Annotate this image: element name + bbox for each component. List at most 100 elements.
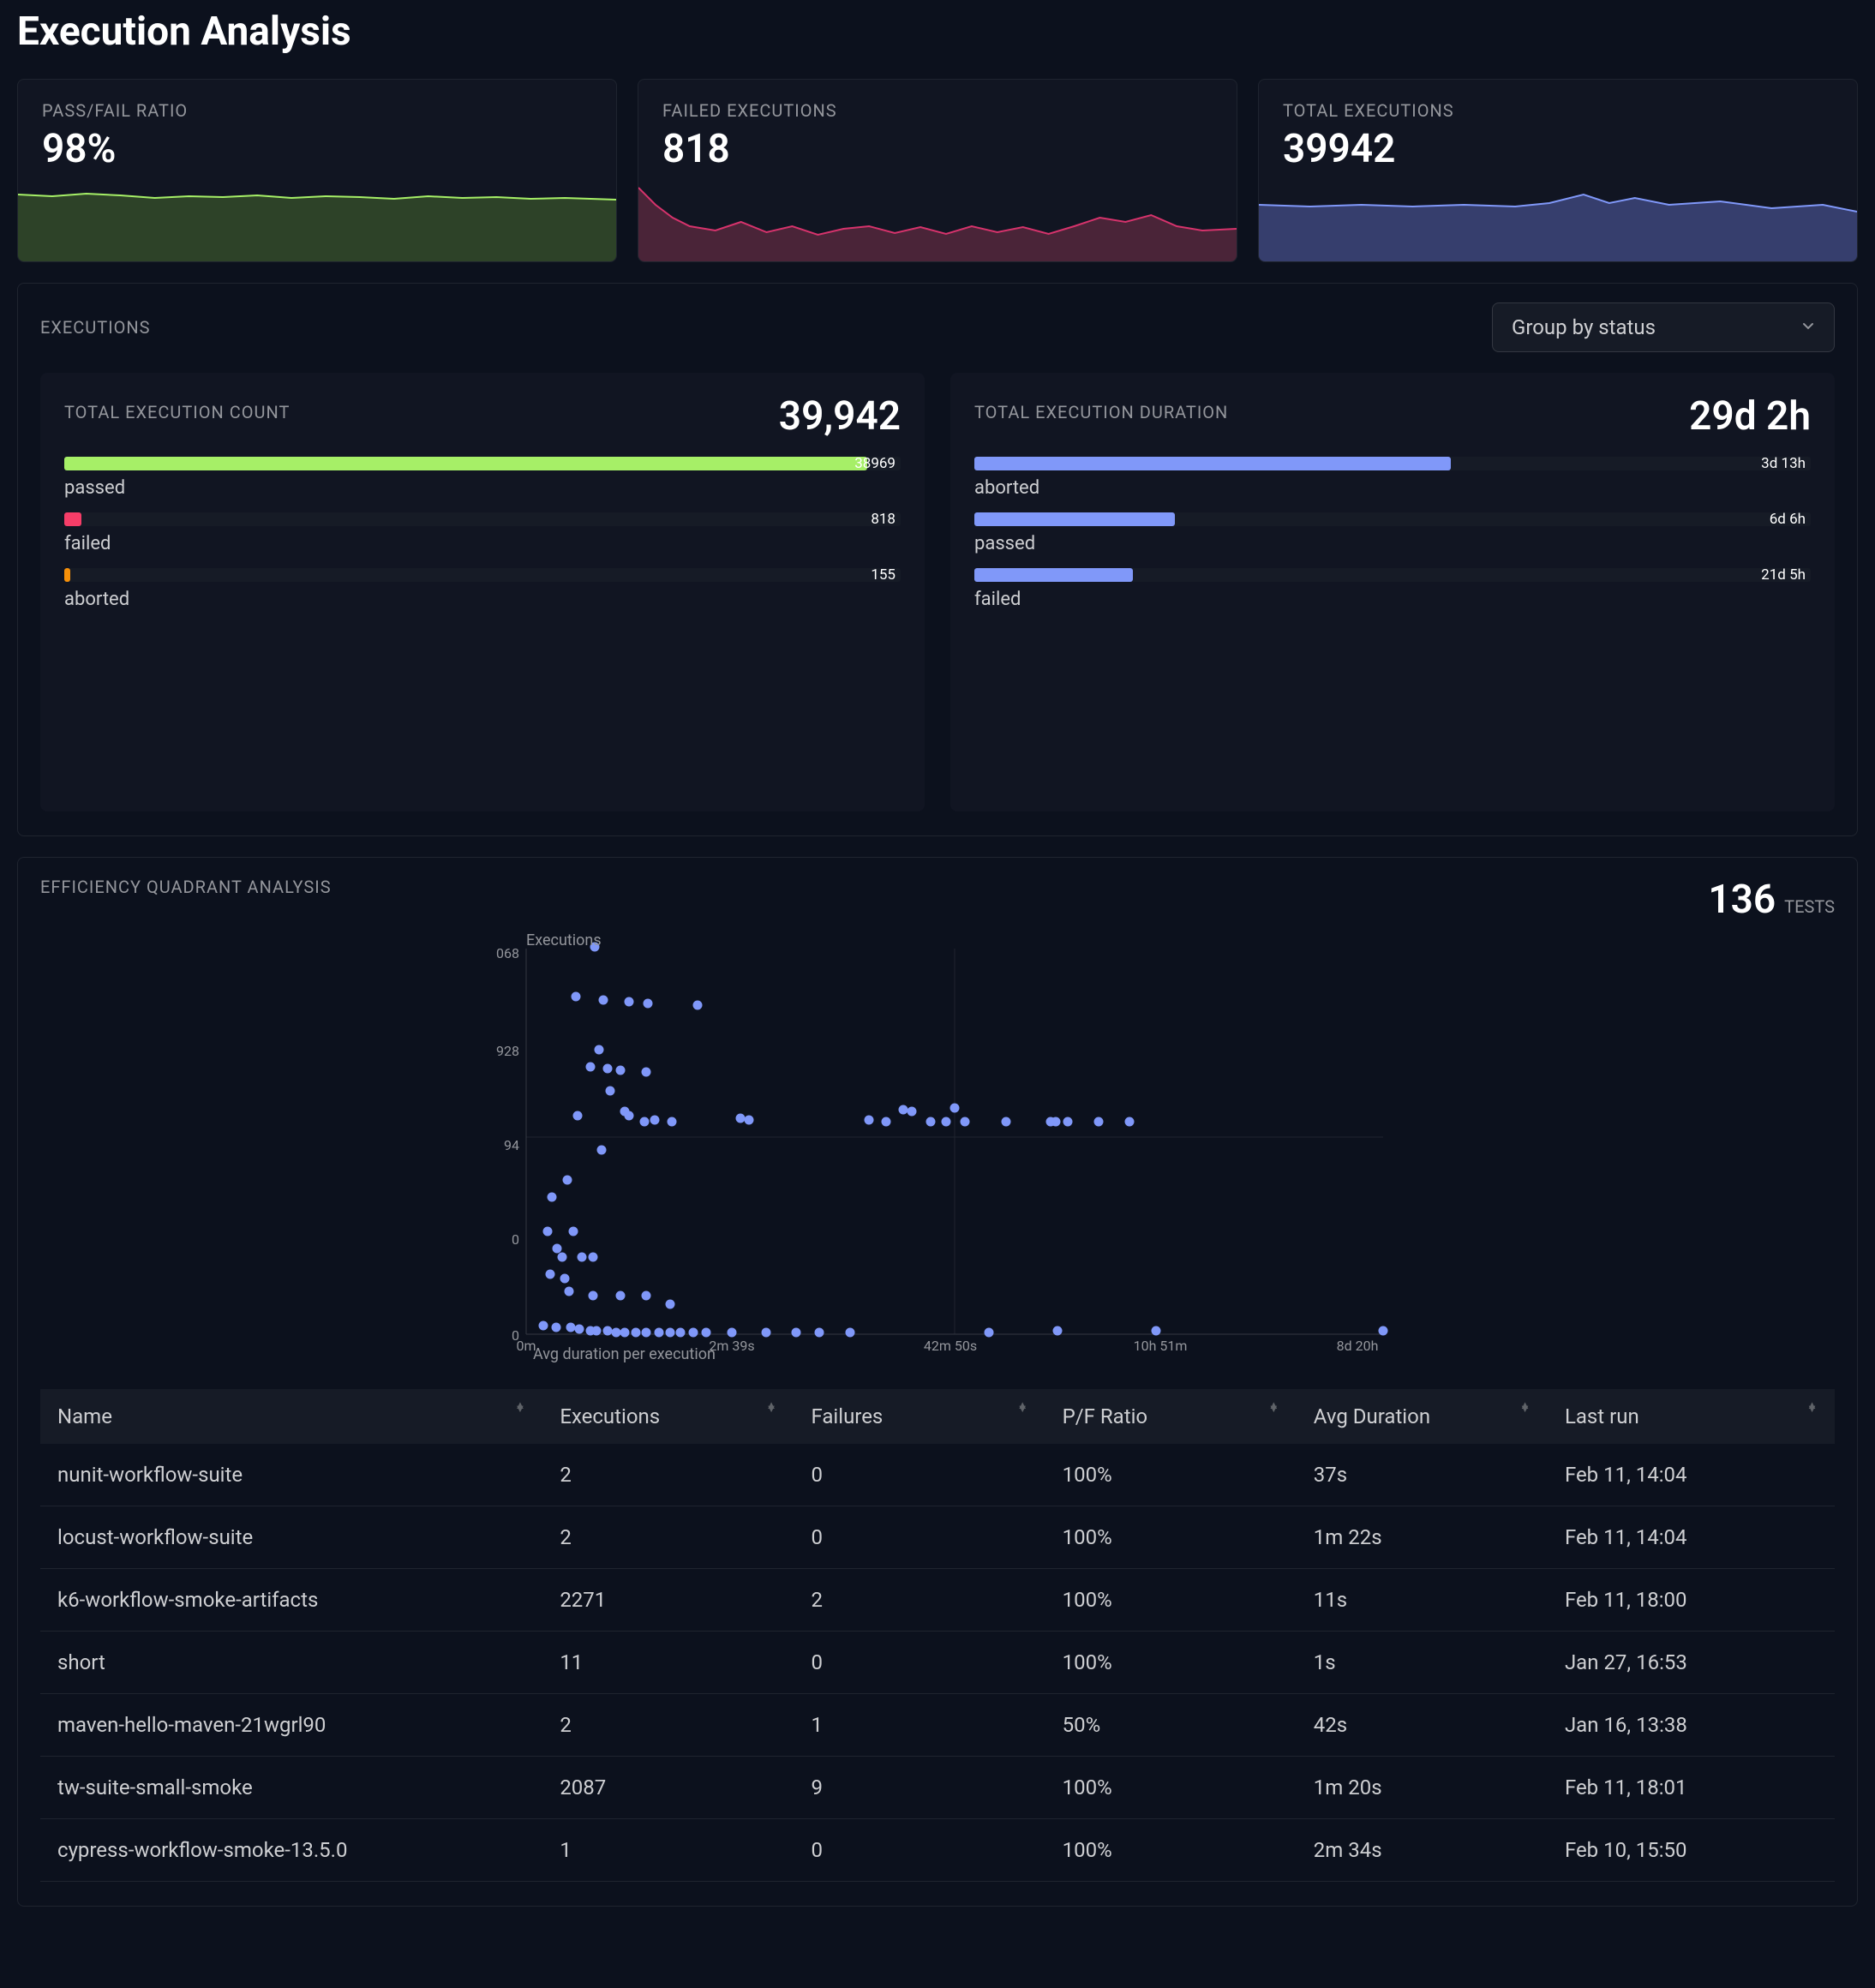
scatter-point[interactable]	[950, 1104, 960, 1113]
scatter-point[interactable]	[882, 1117, 891, 1127]
table-row[interactable]: nunit-workflow-suite 2 0 100% 37s Feb 11…	[40, 1444, 1835, 1506]
scatter-point[interactable]	[1152, 1326, 1161, 1336]
scatter-point[interactable]	[985, 1328, 994, 1338]
table-row[interactable]: maven-hello-maven-21wgrl90 2 1 50% 42s J…	[40, 1694, 1835, 1757]
scatter-point[interactable]	[1379, 1326, 1388, 1336]
column-header[interactable]: Executions▲▼	[542, 1389, 794, 1444]
scatter-point[interactable]	[736, 1114, 746, 1123]
scatter-point[interactable]	[926, 1117, 936, 1127]
scatter-point[interactable]	[632, 1328, 641, 1338]
scatter-point[interactable]	[642, 1291, 651, 1301]
scatter-point[interactable]	[543, 1227, 553, 1237]
scatter-point[interactable]	[642, 1068, 651, 1077]
scatter-point[interactable]	[546, 1270, 555, 1279]
scatter-point[interactable]	[865, 1116, 874, 1125]
table-row[interactable]: tw-suite-small-smoke 2087 9 100% 1m 20s …	[40, 1757, 1835, 1819]
scatter-point[interactable]	[563, 1176, 572, 1185]
scatter-point[interactable]	[1063, 1117, 1073, 1127]
scatter-point[interactable]	[573, 1111, 583, 1121]
scatter-point[interactable]	[616, 1291, 626, 1301]
table-row[interactable]: k6-workflow-smoke-artifacts 2271 2 100% …	[40, 1569, 1835, 1632]
column-header[interactable]: Avg Duration▲▼	[1297, 1389, 1548, 1444]
table-row[interactable]: cypress-workflow-smoke-13.5.0 1 0 100% 2…	[40, 1819, 1835, 1882]
bar-row[interactable]: 155 aborted	[64, 568, 901, 610]
scatter-point[interactable]	[589, 1253, 598, 1262]
scatter-point[interactable]	[575, 1325, 584, 1334]
bar-row[interactable]: 818 failed	[64, 512, 901, 554]
scatter-point[interactable]	[1053, 1326, 1063, 1336]
column-header[interactable]: Failures▲▼	[794, 1389, 1045, 1444]
scatter-point[interactable]	[606, 1087, 615, 1096]
scatter-point[interactable]	[668, 1117, 677, 1127]
scatter-point[interactable]	[899, 1105, 908, 1115]
scatter-point[interactable]	[565, 1287, 574, 1296]
kpi-failed[interactable]: FAILED EXECUTIONS 818	[638, 79, 1237, 262]
scatter-point[interactable]	[642, 1328, 651, 1338]
table-row[interactable]: short 11 0 100% 1s Jan 27, 16:53	[40, 1632, 1835, 1694]
bar-row[interactable]: 21d 5h failed	[974, 568, 1811, 610]
scatter-point[interactable]	[569, 1227, 578, 1237]
column-header[interactable]: Name▲▼	[40, 1389, 542, 1444]
scatter-point[interactable]	[815, 1328, 824, 1338]
scatter-point[interactable]	[539, 1321, 548, 1331]
cell-name: short	[40, 1632, 542, 1694]
scatter-point[interactable]	[846, 1328, 855, 1338]
scatter-point[interactable]	[666, 1328, 675, 1338]
scatter-point[interactable]	[603, 1326, 613, 1336]
scatter-point[interactable]	[592, 1326, 602, 1336]
kpi-total[interactable]: TOTAL EXECUTIONS 39942	[1258, 79, 1858, 262]
scatter-point[interactable]	[693, 1001, 703, 1010]
scatter-point[interactable]	[572, 992, 581, 1002]
scatter-point[interactable]	[560, 1274, 570, 1284]
scatter-point[interactable]	[595, 1045, 604, 1055]
scatter-point[interactable]	[792, 1328, 801, 1338]
scatter-point[interactable]	[616, 1066, 626, 1075]
scatter-plot[interactable]: Executions 0689289400 0m2m 39s42m 50s10h…	[475, 931, 1400, 1363]
scatter-point[interactable]	[640, 1117, 650, 1127]
scatter-point[interactable]	[552, 1323, 561, 1332]
table-row[interactable]: locust-workflow-suite 2 0 100% 1m 22s Fe…	[40, 1506, 1835, 1569]
cell-pf: 100%	[1045, 1506, 1297, 1569]
column-header[interactable]: Last run▲▼	[1548, 1389, 1835, 1444]
scatter-point[interactable]	[676, 1328, 686, 1338]
scatter-point[interactable]	[728, 1328, 737, 1338]
bar-row[interactable]: 3d 13h aborted	[974, 457, 1811, 499]
scatter-point[interactable]	[548, 1193, 557, 1202]
scatter-point[interactable]	[908, 1107, 917, 1117]
kpi-label: FAILED EXECUTIONS	[638, 80, 1237, 126]
scatter-point[interactable]	[553, 1244, 562, 1254]
kpi-label: PASS/FAIL RATIO	[18, 80, 616, 126]
scatter-point[interactable]	[603, 1064, 613, 1074]
scatter-point[interactable]	[1051, 1117, 1061, 1127]
scatter-point[interactable]	[625, 997, 634, 1007]
scatter-point[interactable]	[620, 1328, 630, 1338]
scatter-point[interactable]	[578, 1253, 587, 1262]
scatter-point[interactable]	[1125, 1117, 1135, 1127]
scatter-point[interactable]	[589, 1291, 598, 1301]
column-header[interactable]: P/F Ratio▲▼	[1045, 1389, 1297, 1444]
scatter-point[interactable]	[558, 1253, 567, 1262]
kpi-pass-fail[interactable]: PASS/FAIL RATIO 98%	[17, 79, 617, 262]
scatter-point[interactable]	[586, 1063, 596, 1072]
scatter-point[interactable]	[942, 1117, 951, 1127]
scatter-point[interactable]	[599, 996, 608, 1005]
scatter-point[interactable]	[1002, 1117, 1011, 1127]
bar-row[interactable]: 38969 passed	[64, 457, 901, 499]
scatter-point[interactable]	[762, 1328, 771, 1338]
scatter-point[interactable]	[745, 1116, 754, 1125]
scatter-point[interactable]	[961, 1117, 970, 1127]
scatter-point[interactable]	[650, 1116, 660, 1125]
scatter-point[interactable]	[612, 1328, 621, 1338]
scatter-point[interactable]	[625, 1111, 634, 1121]
scatter-point[interactable]	[566, 1323, 576, 1332]
scatter-point[interactable]	[655, 1328, 664, 1338]
scatter-point[interactable]	[702, 1328, 711, 1338]
scatter-point[interactable]	[597, 1146, 607, 1155]
scatter-point[interactable]	[644, 999, 653, 1009]
y-tick: 0	[512, 1231, 519, 1248]
bar-row[interactable]: 6d 6h passed	[974, 512, 1811, 554]
scatter-point[interactable]	[666, 1300, 675, 1309]
scatter-point[interactable]	[689, 1328, 698, 1338]
group-by-select[interactable]: Group by status	[1492, 302, 1835, 352]
scatter-point[interactable]	[1094, 1117, 1104, 1127]
